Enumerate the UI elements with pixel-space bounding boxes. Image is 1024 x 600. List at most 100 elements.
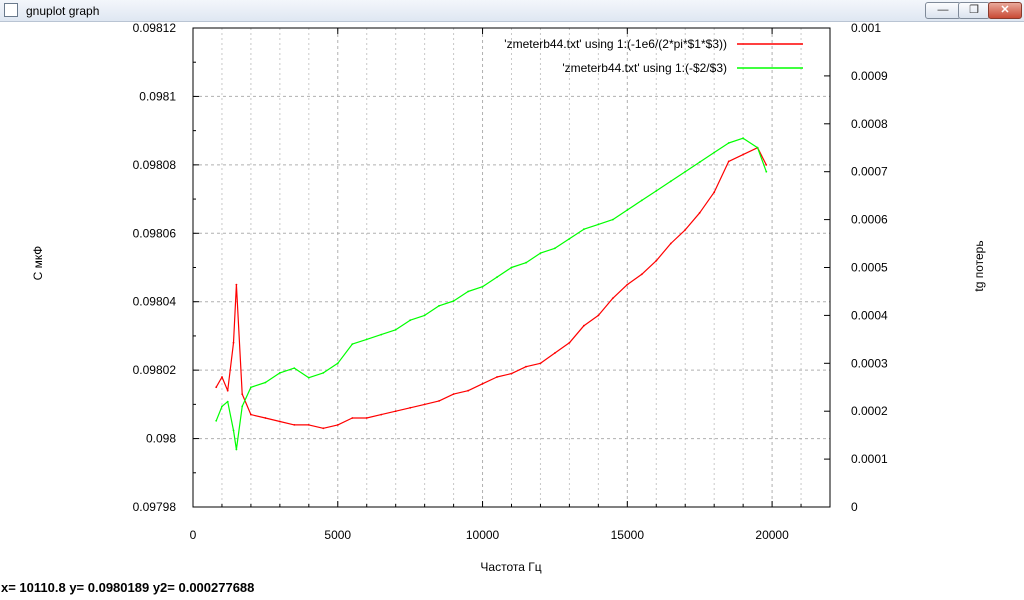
series-1-point xyxy=(742,153,744,156)
series-2-point xyxy=(322,372,325,374)
y-tick-label: 0.09802 xyxy=(133,363,177,377)
chart-canvas[interactable]: 0 5000 10000 15000 20000 0.09798 0.098 0.09802 0… xyxy=(0,0,1024,600)
y2-tick-label: 0.0001 xyxy=(851,452,888,466)
series-2-point xyxy=(452,300,455,302)
series-1-point xyxy=(452,393,455,395)
series-2-point xyxy=(713,151,716,154)
series-2-point xyxy=(525,261,527,264)
series-1-point xyxy=(583,324,585,327)
y-tick-label: 0.09812 xyxy=(133,21,177,35)
series-1-point xyxy=(336,424,339,426)
series-2-point xyxy=(765,170,768,173)
y-tick-label: 0.098 xyxy=(146,432,176,446)
series-1-point xyxy=(293,424,296,426)
series-2-point xyxy=(626,209,629,211)
series-1-point xyxy=(279,420,281,423)
series-1-point xyxy=(250,413,252,416)
y2-axis-title: tg потерь xyxy=(972,240,986,291)
series-2-point xyxy=(293,367,296,369)
series-2-point xyxy=(423,314,426,317)
y-axis-title: С мкФ xyxy=(31,246,45,281)
series-2-point xyxy=(510,266,513,269)
legend-label-2: 'zmeterb44.txt' using 1:(-$2/$3) xyxy=(562,61,727,75)
y2-tick-label: 0.001 xyxy=(851,21,881,35)
series-2-point xyxy=(307,376,310,379)
series-1-point xyxy=(264,417,267,419)
series-2-point xyxy=(215,419,218,422)
y2-tick-label: 0.0004 xyxy=(851,308,888,322)
y-tick-label: 0.0981 xyxy=(139,89,176,103)
series-line-1 xyxy=(215,147,767,429)
series-2-point xyxy=(583,228,585,231)
series-1-point xyxy=(525,365,527,368)
y-tick-label: 0.09806 xyxy=(133,226,177,240)
y2-tick-label: 0.0006 xyxy=(851,213,888,227)
series-2-point xyxy=(698,161,701,164)
series-2-point xyxy=(336,362,339,365)
y2-tick-label: 0.0007 xyxy=(851,165,888,179)
series-2-point xyxy=(409,319,412,322)
series-1-point xyxy=(241,393,244,395)
series-2-point xyxy=(539,252,542,255)
series-2-point xyxy=(438,304,440,307)
series-1-point xyxy=(232,341,235,344)
series-2-point xyxy=(669,180,672,183)
series-1-point xyxy=(713,191,716,194)
series-2-point xyxy=(554,247,556,250)
x-tick-label: 10000 xyxy=(466,528,500,542)
cursor-status-readout: x= 10110.8 y= 0.0980189 y2= 0.000277688 xyxy=(1,580,255,595)
series-1-point xyxy=(640,273,643,276)
y-tick-label: 0.09798 xyxy=(133,500,177,514)
legend-label-1: 'zmeterb44.txt' using 1:(-1e6/(2*pi*$1*$… xyxy=(504,37,727,51)
y2-tick-label: 0.0008 xyxy=(851,117,888,131)
y2-tick-label: 0.0009 xyxy=(851,69,888,83)
series-1-point xyxy=(655,259,658,262)
series-1-point xyxy=(365,417,368,419)
x-tick-label: 15000 xyxy=(611,528,645,542)
x-tick-label: 0 xyxy=(190,528,197,542)
axis-ticks: 0 5000 10000 15000 20000 0.09798 0.098 0.09802 0… xyxy=(133,21,888,542)
series-1-point xyxy=(394,410,397,413)
series-1-point xyxy=(221,376,223,378)
series-1-point xyxy=(698,211,701,214)
series-2-point xyxy=(640,199,643,202)
y-tick-label: 0.09808 xyxy=(133,158,177,172)
series-2-point xyxy=(221,405,223,408)
series-1-point xyxy=(554,352,556,354)
x-axis-title: Частота Гц xyxy=(480,560,541,574)
series-1-point xyxy=(235,283,238,286)
series-2-point xyxy=(496,276,498,278)
series-1-point xyxy=(409,406,412,409)
series-1-point xyxy=(684,229,687,231)
series-2-point xyxy=(611,218,614,221)
series-1-point xyxy=(765,164,768,166)
series-2-point xyxy=(279,372,281,374)
series-1-point xyxy=(611,297,614,300)
series-2-point xyxy=(365,338,368,341)
series-1-point xyxy=(215,386,218,389)
series-2-point xyxy=(394,328,397,331)
series-layer xyxy=(215,137,768,451)
series-1-point xyxy=(481,382,484,385)
series-2-point xyxy=(597,223,600,226)
series-1-point xyxy=(496,376,498,378)
series-2-point xyxy=(235,448,238,451)
y2-tick-label: 0.0003 xyxy=(851,356,888,370)
series-2-point xyxy=(226,400,229,403)
series-1-point xyxy=(510,372,513,375)
x-tick-label: 20000 xyxy=(755,528,789,542)
series-1-point xyxy=(226,389,229,392)
y2-tick-label: 0.0002 xyxy=(851,404,888,418)
series-line-2 xyxy=(215,137,767,451)
series-2-point xyxy=(351,343,354,345)
series-2-point xyxy=(250,386,252,389)
series-2-point xyxy=(727,142,730,144)
series-1-point xyxy=(307,424,310,426)
y2-tick-label: 0.0005 xyxy=(851,261,888,275)
series-2-point xyxy=(756,146,759,149)
series-1-point xyxy=(597,314,600,317)
series-1-point xyxy=(351,417,354,419)
legend: 'zmeterb44.txt' using 1:(-1e6/(2*pi*$1*$… xyxy=(504,37,803,75)
series-2-point xyxy=(232,429,235,432)
series-2-point xyxy=(481,285,484,288)
